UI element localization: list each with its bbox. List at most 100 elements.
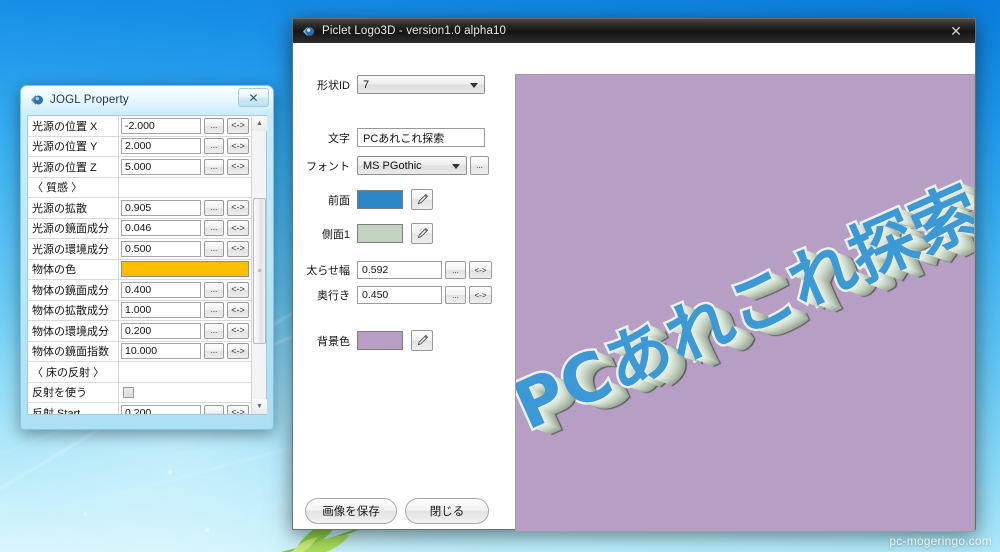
- bold-width-browse-button[interactable]: ...: [445, 261, 466, 279]
- jogl-value-input[interactable]: 0.500: [121, 240, 201, 257]
- jogl-property-label: 光源の環境成分: [28, 239, 119, 259]
- jogl-browse-button[interactable]: ...: [204, 240, 224, 257]
- jogl-spinner-button[interactable]: <->: [227, 302, 249, 319]
- bold-width-spinner-button[interactable]: <->: [469, 261, 492, 279]
- jogl-value-input[interactable]: 0.200: [121, 322, 201, 339]
- jogl-value-input[interactable]: 10.000: [121, 343, 201, 360]
- jogl-value-input[interactable]: 2.000: [121, 138, 201, 155]
- jogl-browse-button[interactable]: ...: [204, 322, 224, 339]
- jogl-property-row[interactable]: 光源の拡散 0.905... <->: [28, 198, 251, 219]
- jogl-property-grid[interactable]: 光源の位置 X -2.000... <-> 光源の位置 Y 2.000... <-> 光源の…: [28, 116, 251, 414]
- jogl-property-row[interactable]: 物体の鏡面指数 10.000... <->: [28, 341, 251, 362]
- background-color-picker-button[interactable]: [411, 330, 433, 351]
- jogl-spinner-button[interactable]: <->: [227, 138, 249, 155]
- text-input[interactable]: PCあれこれ探索: [357, 128, 485, 147]
- side1-color-label: 側面1: [321, 228, 350, 241]
- jogl-spinner-button[interactable]: <->: [227, 117, 249, 134]
- jogl-spinner-button[interactable]: <->: [227, 281, 249, 298]
- depth-spinner-button[interactable]: <->: [469, 286, 492, 304]
- jogl-property-label: 光源の位置 X: [28, 116, 119, 136]
- bold-width-label: 太らせ幅: [306, 265, 350, 277]
- jogl-spinner-button[interactable]: <->: [227, 322, 249, 339]
- jogl-property-row[interactable]: 光源の位置 X -2.000... <->: [28, 116, 251, 137]
- jogl-property-row[interactable]: 物体の環境成分 0.200... <->: [28, 321, 251, 342]
- jogl-property-row[interactable]: 光源の鏡面成分 0.046... <->: [28, 218, 251, 239]
- save-image-button[interactable]: 画像を保存: [305, 498, 397, 524]
- shape-id-row: 形状ID 7: [301, 75, 506, 94]
- desktop-background: JOGL Property ✕ 光源の位置 X -2.000... <-> 光源の位置…: [0, 0, 1000, 552]
- bold-width-input[interactable]: 0.592: [357, 261, 442, 279]
- piclet-app-icon: [302, 26, 315, 36]
- jogl-browse-button[interactable]: ...: [204, 281, 224, 298]
- front-color-picker-button[interactable]: [411, 189, 433, 210]
- jogl-property-row[interactable]: 光源の位置 Z 5.000... <->: [28, 157, 251, 178]
- jogl-property-row[interactable]: 〈 質感 〉: [28, 177, 251, 198]
- jogl-property-value-cell: [119, 177, 251, 197]
- background-color-swatch[interactable]: [357, 331, 403, 350]
- piclet-logo3d-window[interactable]: Piclet Logo3D - version1.0 alpha10 ✕ 形状I…: [292, 18, 976, 532]
- jogl-property-row[interactable]: 物体の色: [28, 259, 251, 280]
- jogl-property-label: 光源の位置 Z: [28, 157, 119, 177]
- jogl-property-window[interactable]: JOGL Property ✕ 光源の位置 X -2.000... <-> 光源の位置…: [20, 85, 274, 430]
- jogl-property-label: 物体の環境成分: [28, 321, 119, 341]
- jogl-property-value-cell: -2.000... <->: [119, 116, 251, 136]
- jogl-browse-button[interactable]: ...: [204, 404, 224, 414]
- bold-width-row: 太らせ幅 0.592 ... <->: [301, 261, 516, 279]
- jogl-value-input[interactable]: 5.000: [121, 158, 201, 175]
- jogl-value-input[interactable]: 0.400: [121, 281, 201, 298]
- jogl-browse-button[interactable]: ...: [204, 220, 224, 237]
- depth-browse-button[interactable]: ...: [445, 286, 466, 304]
- logo3d-preview-canvas[interactable]: PCあれこれ探索 PCあれこれ探索 PCあれこれ探索: [515, 74, 975, 532]
- jogl-property-row[interactable]: 〈 床の反射 〉: [28, 362, 251, 383]
- jogl-spinner-button[interactable]: <->: [227, 158, 249, 175]
- jogl-spinner-button[interactable]: <->: [227, 240, 249, 257]
- close-button[interactable]: 閉じる: [405, 498, 489, 524]
- jogl-browse-button[interactable]: ...: [204, 138, 224, 155]
- logo3d-text-face: PCあれこれ探索: [515, 171, 975, 446]
- chevron-down-icon: [452, 163, 460, 169]
- jogl-value-input[interactable]: 0.200: [121, 404, 201, 414]
- jogl-value-input[interactable]: 0.905: [121, 199, 201, 216]
- jogl-spinner-button[interactable]: <->: [227, 343, 249, 360]
- jogl-browse-button[interactable]: ...: [204, 117, 224, 134]
- jogl-value-input[interactable]: 1.000: [121, 302, 201, 319]
- font-select[interactable]: MS PGothic: [357, 156, 467, 175]
- jogl-browse-button[interactable]: ...: [204, 158, 224, 175]
- jogl-property-value-cell: 10.000... <->: [119, 341, 251, 361]
- front-color-swatch[interactable]: [357, 190, 403, 209]
- jogl-title-bar[interactable]: JOGL Property ✕: [21, 86, 273, 113]
- side1-color-row: 側面1: [301, 223, 506, 244]
- jogl-checkbox[interactable]: [123, 386, 134, 398]
- piclet-title-bar[interactable]: Piclet Logo3D - version1.0 alpha10 ✕: [293, 19, 975, 43]
- jogl-browse-button[interactable]: ...: [204, 343, 224, 360]
- jogl-property-row[interactable]: 光源の位置 Y 2.000... <->: [28, 136, 251, 157]
- jogl-property-row[interactable]: 反射を使う: [28, 382, 251, 403]
- text-label: 文字: [328, 132, 350, 145]
- scroll-up-arrow-icon[interactable]: ▲: [252, 116, 267, 131]
- jogl-property-label: 光源の鏡面成分: [28, 218, 119, 238]
- side1-color-picker-button[interactable]: [411, 223, 433, 244]
- jogl-property-row[interactable]: 反射 Start 0.200... <->: [28, 403, 251, 414]
- jogl-browse-button[interactable]: ...: [204, 199, 224, 216]
- depth-input[interactable]: 0.450: [357, 286, 442, 304]
- piclet-close-button[interactable]: ✕: [947, 22, 965, 40]
- jogl-property-grid-container: 光源の位置 X -2.000... <-> 光源の位置 Y 2.000... <-> 光源の…: [27, 115, 267, 415]
- jogl-browse-button[interactable]: ...: [204, 302, 224, 319]
- jogl-color-swatch[interactable]: [121, 261, 249, 278]
- jogl-spinner-button[interactable]: <->: [227, 199, 249, 216]
- jogl-value-input[interactable]: 0.046: [121, 220, 201, 237]
- jogl-spinner-button[interactable]: <->: [227, 220, 249, 237]
- font-browse-button[interactable]: ...: [470, 156, 489, 175]
- jogl-property-row[interactable]: 光源の環境成分 0.500... <->: [28, 239, 251, 260]
- shape-id-select[interactable]: 7: [357, 75, 485, 94]
- side1-color-swatch[interactable]: [357, 224, 403, 243]
- jogl-property-row[interactable]: 物体の拡散成分 1.000... <->: [28, 300, 251, 321]
- scroll-down-arrow-icon[interactable]: ▼: [252, 399, 267, 414]
- jogl-spinner-button[interactable]: <->: [227, 404, 249, 414]
- scrollbar-thumb[interactable]: ≡: [253, 198, 266, 344]
- shape-id-label: 形状ID: [317, 79, 350, 92]
- jogl-value-input[interactable]: -2.000: [121, 117, 201, 134]
- jogl-close-button[interactable]: ✕: [238, 88, 269, 107]
- jogl-vertical-scrollbar[interactable]: ▲ ≡ ▼: [251, 116, 267, 414]
- jogl-property-row[interactable]: 物体の鏡面成分 0.400... <->: [28, 280, 251, 301]
